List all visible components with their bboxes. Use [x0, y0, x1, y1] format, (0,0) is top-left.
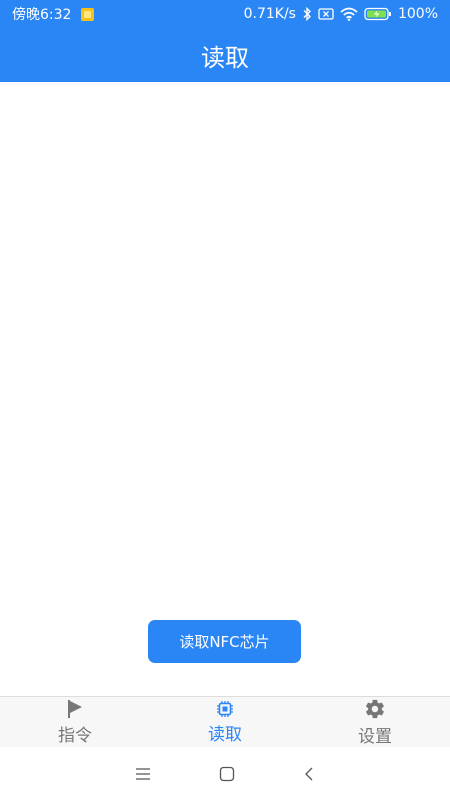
read-nfc-button[interactable]: 读取NFC芯片 — [148, 620, 301, 663]
bluetooth-icon — [302, 7, 312, 21]
wifi-icon — [340, 7, 358, 21]
battery-charging-icon — [364, 7, 392, 21]
app-bar: 读取 — [0, 28, 450, 82]
tab-read-label: 读取 — [208, 724, 242, 745]
main-content — [0, 82, 450, 696]
tab-settings-label: 设置 — [358, 726, 392, 747]
page-title: 读取 — [201, 43, 249, 72]
back-icon[interactable] — [303, 766, 315, 782]
flag-icon — [66, 699, 84, 719]
system-nav-bar — [0, 747, 450, 800]
notification-icon — [81, 7, 95, 21]
tab-commands[interactable]: 指令 — [0, 699, 150, 746]
chip-icon — [216, 700, 234, 718]
gear-icon — [364, 698, 386, 720]
tab-read[interactable]: 读取 — [150, 700, 300, 745]
status-battery: 100% — [397, 6, 438, 22]
tab-settings[interactable]: 设置 — [300, 698, 450, 747]
status-left: 傍晚6:32 — [12, 4, 95, 24]
bottom-nav: 指令 读取 设置 — [0, 696, 450, 747]
status-bar: 傍晚6:32 0.71K/s 100% — [0, 0, 450, 28]
status-net-speed: 0.71K/s — [243, 6, 296, 22]
no-sim-icon — [318, 8, 334, 20]
menu-icon[interactable] — [135, 767, 151, 781]
status-right: 0.71K/s 100% — [244, 6, 438, 22]
tab-commands-label: 指令 — [58, 725, 92, 746]
home-icon[interactable] — [219, 766, 235, 782]
status-time: 傍晚6:32 — [12, 7, 72, 23]
